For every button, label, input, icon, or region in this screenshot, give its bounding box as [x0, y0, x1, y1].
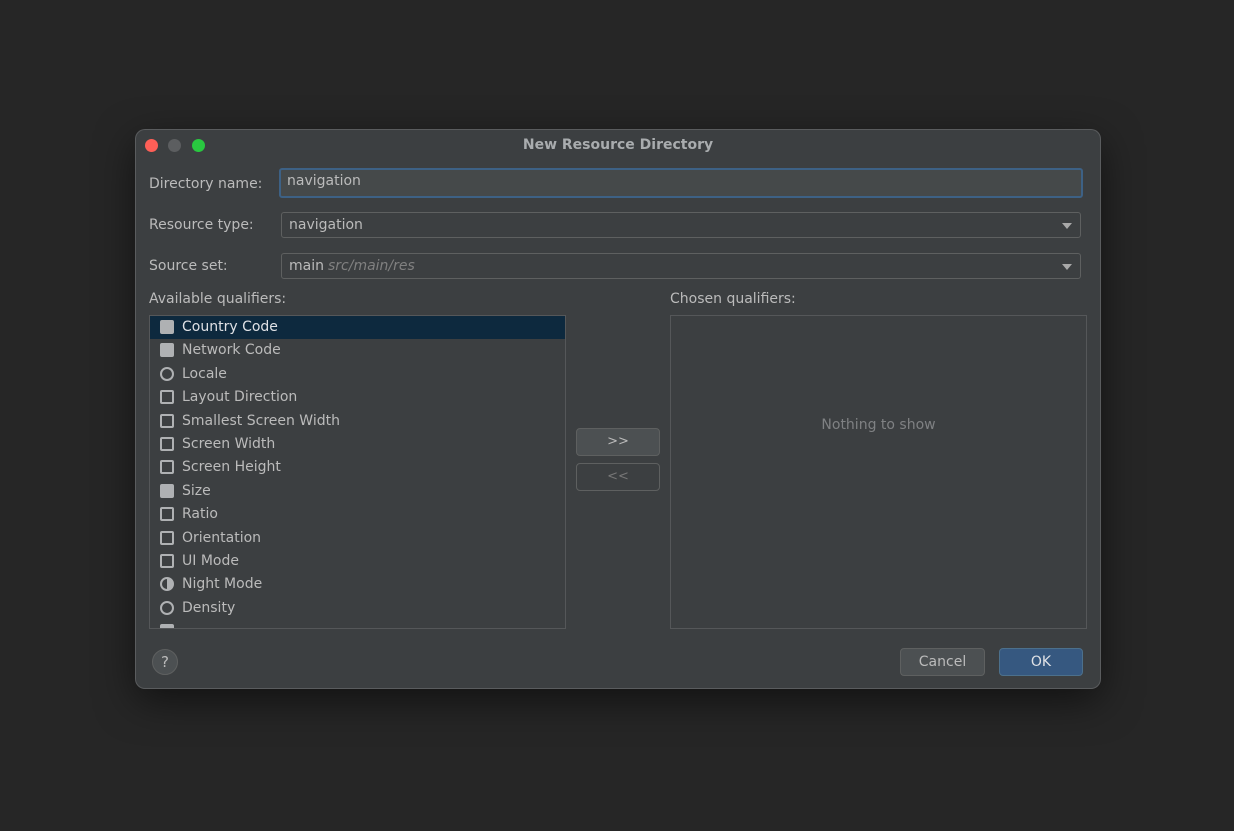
list-item-ui-mode[interactable]: UI Mode: [150, 550, 565, 573]
new-resource-directory-dialog: New Resource Directory Directory name: n…: [136, 130, 1100, 688]
list-item-night-mode[interactable]: Night Mode: [150, 573, 565, 596]
list-item-label: Screen Width: [182, 435, 276, 452]
resource-type-dropdown[interactable]: navigation: [281, 212, 1081, 238]
add-qualifier-button[interactable]: >>: [576, 428, 660, 456]
resource-type-label: Resource type:: [149, 217, 254, 233]
list-item-label: Country Code: [182, 319, 278, 335]
orientation-icon: [160, 530, 174, 545]
list-item-locale[interactable]: Locale: [150, 363, 565, 386]
chosen-qualifiers-list[interactable]: Nothing to show: [670, 315, 1087, 629]
list-item-partial[interactable]: [150, 620, 565, 628]
list-item-label: Night Mode: [182, 576, 263, 593]
directory-name-label: Directory name:: [149, 176, 263, 192]
source-set-value: main: [289, 258, 324, 274]
list-item-size[interactable]: Size: [150, 480, 565, 503]
list-item-smallest-screen-width[interactable]: Smallest Screen Width: [150, 410, 565, 433]
available-qualifiers-list[interactable]: Country Code Network Code Locale Layout …: [149, 315, 566, 629]
ratio-icon: [160, 507, 174, 522]
layout-direction-icon: [160, 390, 174, 405]
list-item-label: Orientation: [182, 529, 262, 546]
list-item-orientation[interactable]: Orientation: [150, 527, 565, 550]
list-item-label: Network Code: [182, 342, 281, 359]
list-item-label: Ratio: [182, 506, 218, 523]
directory-name-input[interactable]: navigation: [279, 168, 1083, 198]
screen-width-icon: [160, 436, 174, 451]
ok-button[interactable]: OK: [999, 648, 1083, 676]
directory-name-value: navigation: [287, 173, 361, 189]
chosen-qualifiers-label: Chosen qualifiers:: [670, 291, 796, 307]
list-item-label: Density: [182, 599, 236, 616]
network-code-icon: [160, 343, 174, 358]
night-mode-icon: [160, 577, 174, 592]
touchscreen-icon: [160, 624, 174, 628]
list-item-layout-direction[interactable]: Layout Direction: [150, 386, 565, 409]
list-item-label: Smallest Screen Width: [182, 412, 340, 429]
list-item-screen-width[interactable]: Screen Width: [150, 433, 565, 456]
country-code-icon: [160, 320, 174, 334]
size-icon: [160, 483, 174, 498]
remove-qualifier-button[interactable]: <<: [576, 463, 660, 491]
chevron-down-icon: [1062, 223, 1072, 229]
density-icon: [160, 600, 174, 615]
list-item-label: Screen Height: [182, 459, 281, 476]
resource-type-value: navigation: [289, 217, 363, 233]
list-item-label: UI Mode: [182, 552, 239, 569]
chevron-down-icon: [1062, 264, 1072, 270]
title-bar: New Resource Directory: [136, 130, 1100, 160]
help-button[interactable]: ?: [152, 649, 178, 675]
list-item-label: Locale: [182, 365, 227, 382]
smallest-screen-width-icon: [160, 413, 174, 428]
source-set-path-hint: src/main/res: [327, 258, 415, 274]
screen-height-icon: [160, 460, 174, 475]
source-set-label: Source set:: [149, 258, 228, 274]
list-item-density[interactable]: Density: [150, 597, 565, 620]
available-qualifiers-label: Available qualifiers:: [149, 291, 287, 307]
list-item-label: Size: [182, 482, 211, 499]
list-item-country-code[interactable]: Country Code: [150, 316, 565, 340]
dialog-title: New Resource Directory: [522, 137, 714, 153]
source-set-dropdown[interactable]: main src/main/res: [281, 253, 1081, 279]
list-item-screen-height[interactable]: Screen Height: [150, 456, 565, 479]
list-item-ratio[interactable]: Ratio: [150, 503, 565, 526]
list-item-network-code[interactable]: Network Code: [150, 339, 565, 362]
cancel-button[interactable]: Cancel: [900, 648, 985, 676]
empty-list-text: Nothing to show: [821, 417, 936, 433]
globe-icon: [160, 366, 174, 381]
list-item-label: Layout Direction: [182, 389, 298, 406]
ui-mode-icon: [160, 553, 174, 568]
